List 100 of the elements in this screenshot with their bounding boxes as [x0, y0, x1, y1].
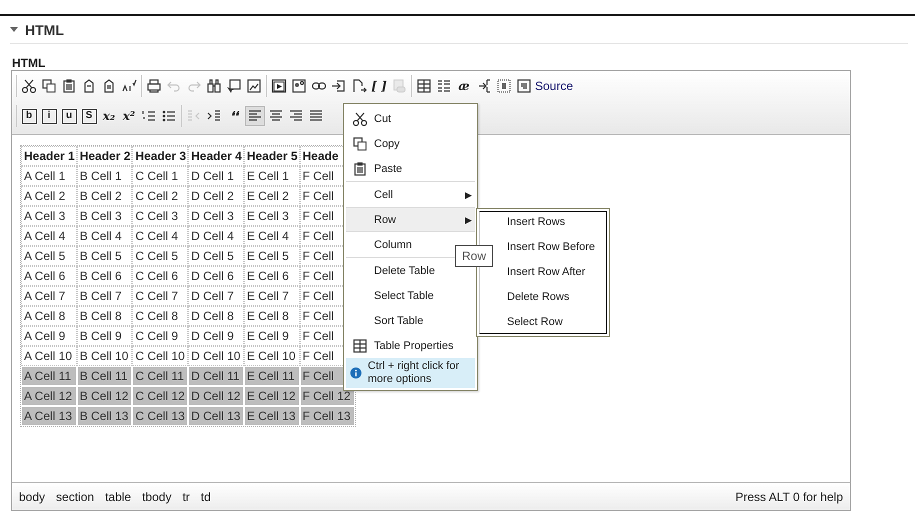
table-cell: E Cell 8	[244, 306, 300, 326]
copy-icon	[352, 136, 368, 152]
table-header: Header 2	[76, 146, 132, 166]
path-link[interactable]: section	[56, 490, 94, 504]
format-button[interactable]: æ	[455, 76, 473, 96]
tooltip: Row	[455, 245, 494, 267]
table-cell: C Cell 1	[132, 166, 188, 186]
format-button[interactable]: ❛❛	[225, 106, 243, 126]
format-button[interactable]: i	[40, 106, 58, 126]
menu-item[interactable]: Insert Rows	[478, 210, 608, 235]
table-cell: E Cell 2	[244, 186, 300, 206]
table-cell: F Cell 13	[300, 406, 355, 426]
table-cell: C Cell 6	[132, 266, 188, 286]
table-header: Header 5	[244, 146, 300, 166]
table-cell: D Cell 1	[188, 166, 244, 186]
table-cell: E Cell 13	[244, 406, 300, 426]
table-cell: C Cell 9	[132, 326, 188, 346]
path-link[interactable]: td	[200, 490, 211, 504]
table-cell: C Cell 5	[132, 246, 188, 266]
table-cell: C Cell 2	[132, 186, 188, 206]
scissors-icon	[352, 110, 368, 126]
format-button[interactable]: u	[60, 106, 78, 126]
table-cell: D Cell 11	[188, 366, 244, 386]
table-cell: D Cell 5	[188, 246, 244, 266]
table-cell: A Cell 12	[21, 386, 77, 406]
format-button[interactable]: x²	[120, 106, 138, 126]
format-button[interactable]: S	[80, 106, 98, 126]
table-cell: B Cell 3	[76, 206, 132, 226]
table-cell: C Cell 4	[132, 226, 188, 246]
table-cell: E Cell 7	[244, 286, 300, 306]
table-cell: E Cell 6	[244, 266, 300, 286]
path-link[interactable]: tbody	[142, 490, 172, 504]
table-cell: A Cell 1	[21, 166, 77, 186]
table-icon	[352, 338, 368, 354]
table-cell: B Cell 9	[76, 326, 132, 346]
table-cell: D Cell 3	[188, 206, 244, 226]
table-cell: D Cell 2	[188, 186, 244, 206]
table-cell: A Cell 13	[21, 406, 77, 426]
table-cell: B Cell 6	[76, 266, 132, 286]
table-cell: B Cell 13	[76, 406, 132, 426]
table-cell: E Cell 12	[244, 386, 300, 406]
table-cell: D Cell 9	[188, 326, 244, 346]
table-cell: F Cell 12	[300, 386, 355, 406]
table-cell: E Cell 5	[244, 246, 300, 266]
table-cell: A Cell 8	[21, 306, 77, 326]
table-cell: C Cell 11	[132, 366, 188, 386]
table-cell: C Cell 8	[132, 306, 188, 326]
menu-item[interactable]: Row ▶	[346, 207, 475, 232]
table-cell: B Cell 8	[76, 306, 132, 326]
table-cell: A Cell 2	[21, 186, 77, 206]
table-cell: B Cell 4	[76, 226, 132, 246]
table-cell: C Cell 12	[132, 386, 188, 406]
collapse-arrow-icon[interactable]	[10, 27, 18, 32]
menu-item[interactable]: Select Row	[478, 310, 608, 335]
table-cell: D Cell 12	[188, 386, 244, 406]
table-cell: A Cell 5	[21, 246, 77, 266]
path-link[interactable]: table	[105, 490, 132, 504]
table-cell: A Cell 9	[21, 326, 77, 346]
menu-item[interactable]: Delete Rows	[478, 285, 608, 310]
table-cell: D Cell 6	[188, 266, 244, 286]
table-cell: D Cell 8	[188, 306, 244, 326]
table-cell: E Cell 4	[244, 226, 300, 246]
table-cell: D Cell 13	[188, 406, 244, 426]
table-cell: E Cell 9	[244, 326, 300, 346]
section-title: HTML	[25, 22, 64, 38]
format-button[interactable]: x₂	[100, 106, 118, 126]
info-hint: Ctrl + right click for more options	[346, 358, 475, 388]
table-cell: B Cell 1	[76, 166, 132, 186]
table-cell: C Cell 13	[132, 406, 188, 426]
table-cell: B Cell 12	[76, 386, 132, 406]
table-cell: E Cell 3	[244, 206, 300, 226]
menu-item[interactable]: Cut	[346, 106, 475, 131]
table-header: Header 4	[188, 146, 244, 166]
table-cell: A Cell 3	[21, 206, 77, 226]
clipboard-icon	[352, 160, 368, 176]
table-cell: C Cell 3	[132, 206, 188, 226]
align-left-icon[interactable]	[245, 106, 265, 126]
table-header: Header 3	[132, 146, 188, 166]
table-cell: D Cell 7	[188, 286, 244, 306]
format-button[interactable]: b	[20, 106, 38, 126]
table-cell: B Cell 11	[76, 366, 132, 386]
table-cell: A Cell 7	[21, 286, 77, 306]
table-cell: B Cell 7	[76, 286, 132, 306]
table-cell: E Cell 11	[244, 366, 300, 386]
source-button[interactable]: Source	[515, 76, 574, 96]
table-cell: A Cell 11	[21, 366, 77, 386]
source-icon	[516, 78, 532, 94]
table-cell: C Cell 7	[132, 286, 188, 306]
table-cell: E Cell 1	[244, 166, 300, 186]
format-button[interactable]: [ ]	[370, 76, 388, 96]
submenu-arrow-icon: ▶	[465, 190, 472, 200]
path-link[interactable]: body	[19, 490, 46, 504]
table-cell: D Cell 4	[188, 226, 244, 246]
path-link[interactable]: tr	[182, 490, 190, 504]
table-header: Header 1	[21, 146, 77, 166]
table-cell: B Cell 5	[76, 246, 132, 266]
table-cell: B Cell 2	[76, 186, 132, 206]
table-cell: A Cell 4	[21, 226, 77, 246]
help-hint: Press ALT 0 for help	[735, 490, 843, 504]
submenu-arrow-icon: ▶	[465, 214, 472, 224]
